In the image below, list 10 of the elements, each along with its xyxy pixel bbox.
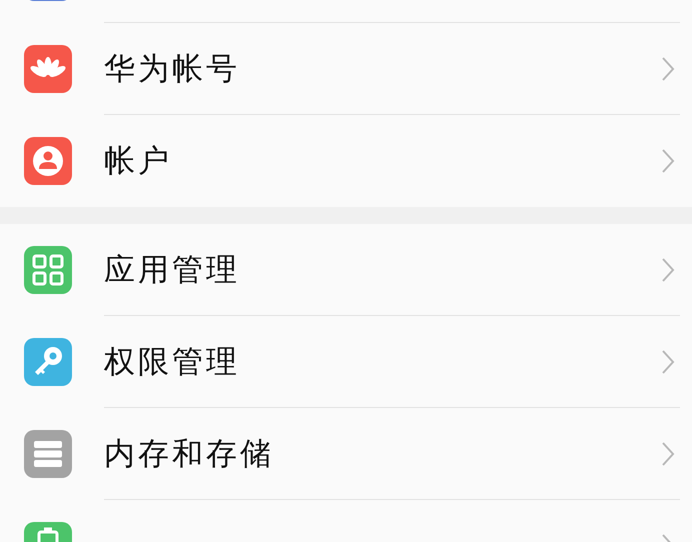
row-label[interactable]: 权限管理 [104, 340, 240, 382]
row-label[interactable]: 内存和存储 [104, 432, 274, 474]
row-label[interactable]: 帐户 [104, 140, 172, 182]
chevron-icon [660, 348, 676, 376]
row-label[interactable]: 华为帐号 [104, 48, 240, 90]
chevron-icon [660, 440, 676, 468]
chevron-icon [660, 147, 676, 175]
row-label[interactable]: 应用管理 [104, 248, 240, 290]
chevron-icon [660, 256, 676, 284]
chevron-icon [660, 54, 676, 82]
